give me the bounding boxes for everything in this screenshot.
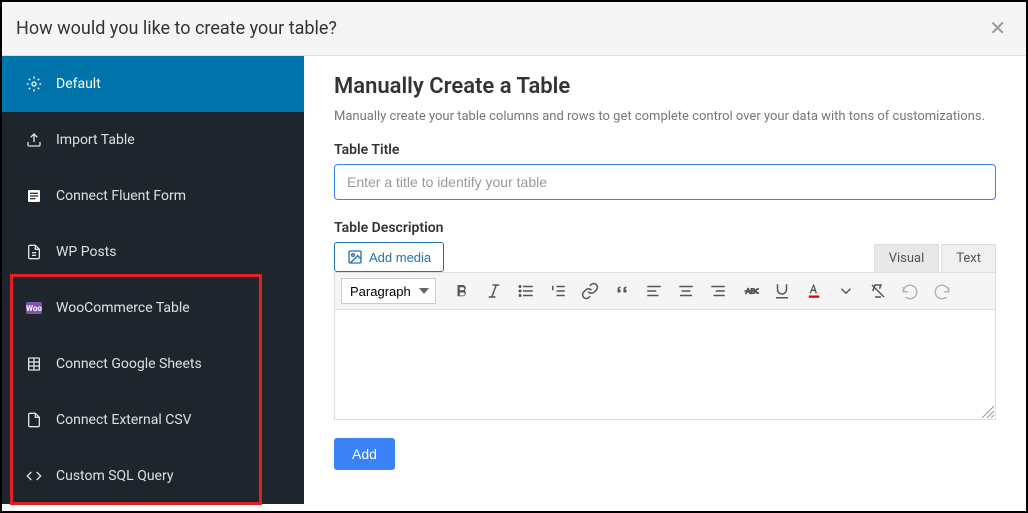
link-button[interactable] (576, 277, 604, 305)
editor-textarea[interactable] (334, 310, 996, 420)
sidebar-item-woocommerce[interactable]: Woo WooCommerce Table (2, 280, 304, 336)
table-title-input[interactable] (334, 164, 996, 200)
align-left-button[interactable] (640, 277, 668, 305)
sidebar-item-label: Connect Google Sheets (56, 356, 202, 372)
sidebar-item-external-csv[interactable]: Connect External CSV (2, 392, 304, 448)
media-icon (347, 249, 363, 265)
sidebar-item-label: Default (56, 76, 101, 92)
undo-button[interactable] (896, 277, 924, 305)
tab-text[interactable]: Text (941, 244, 996, 272)
add-button[interactable]: Add (334, 438, 395, 470)
sidebar-wrapper: Default Import Table Connect Fluent Form… (2, 56, 304, 511)
main-content: Manually Create a Table Manually create … (304, 56, 1026, 511)
format-select[interactable]: Paragraph (341, 278, 436, 304)
resize-handle-icon[interactable] (982, 406, 994, 418)
modal-title: How would you like to create your table? (16, 18, 337, 39)
add-media-label: Add media (369, 250, 431, 265)
document-icon (26, 244, 42, 260)
sidebar-item-label: Custom SQL Query (56, 468, 173, 484)
modal-header: How would you like to create your table?… (2, 2, 1026, 56)
sidebar-item-sql[interactable]: Custom SQL Query (2, 448, 304, 504)
sidebar-item-label: WooCommerce Table (56, 300, 190, 316)
sidebar-item-wp-posts[interactable]: WP Posts (2, 224, 304, 280)
main-heading: Manually Create a Table (334, 74, 996, 99)
csv-icon (26, 412, 42, 428)
align-right-button[interactable] (704, 277, 732, 305)
sidebar-item-label: Connect Fluent Form (56, 188, 186, 204)
sidebar-item-google-sheets[interactable]: Connect Google Sheets (2, 336, 304, 392)
table-description-label: Table Description (334, 220, 996, 236)
strikethrough-button[interactable]: ABC (736, 277, 764, 305)
sidebar-item-fluent-form[interactable]: Connect Fluent Form (2, 168, 304, 224)
sidebar-item-default[interactable]: Default (2, 56, 304, 112)
quote-button[interactable] (608, 277, 636, 305)
text-color-button[interactable] (800, 277, 828, 305)
sidebar-item-import[interactable]: Import Table (2, 112, 304, 168)
upload-icon (26, 132, 42, 148)
redo-button[interactable] (928, 277, 956, 305)
sidebar-item-label: Import Table (56, 132, 135, 148)
sheets-icon (26, 356, 42, 372)
gear-icon (26, 76, 42, 92)
woo-icon: Woo (26, 300, 42, 316)
table-title-label: Table Title (334, 142, 996, 158)
align-center-button[interactable] (672, 277, 700, 305)
editor-top: Add media Visual Text (334, 242, 996, 272)
clear-format-button[interactable] (864, 277, 892, 305)
sidebar-item-label: WP Posts (56, 244, 116, 260)
editor-tabs: Visual Text (874, 244, 996, 272)
chevron-down-icon[interactable] (832, 277, 860, 305)
editor-container (334, 310, 996, 420)
main-subtitle: Manually create your table columns and r… (334, 109, 996, 124)
content: Default Import Table Connect Fluent Form… (2, 56, 1026, 511)
sidebar-item-label: Connect External CSV (56, 412, 192, 428)
close-button[interactable]: ✕ (989, 16, 1006, 41)
italic-button[interactable] (480, 277, 508, 305)
tab-visual[interactable]: Visual (874, 244, 940, 272)
code-icon (26, 468, 42, 484)
form-icon (26, 188, 42, 204)
editor-toolbar: Paragraph ABC (334, 272, 996, 310)
sidebar: Default Import Table Connect Fluent Form… (2, 56, 304, 504)
bullet-list-button[interactable] (512, 277, 540, 305)
underline-button[interactable] (768, 277, 796, 305)
add-media-button[interactable]: Add media (334, 242, 444, 272)
bold-button[interactable] (448, 277, 476, 305)
number-list-button[interactable] (544, 277, 572, 305)
